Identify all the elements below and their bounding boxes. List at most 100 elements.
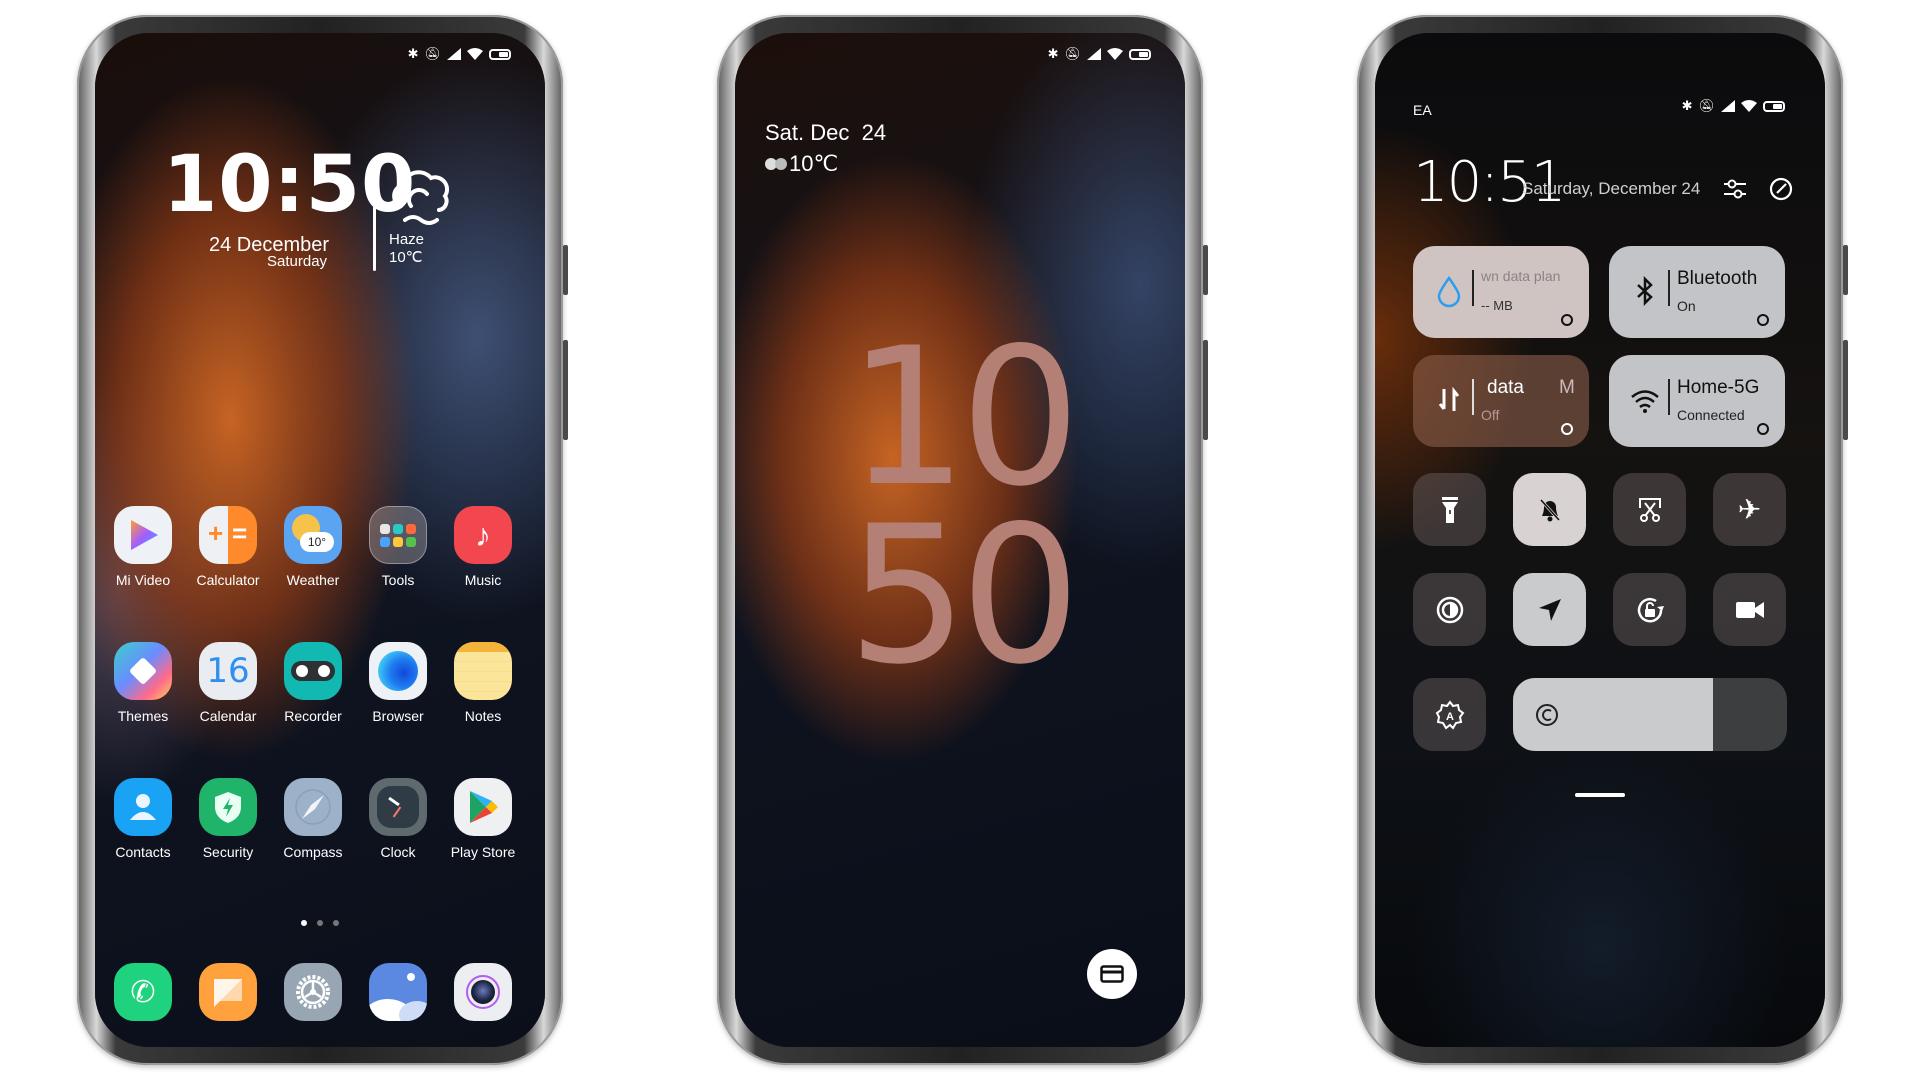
contrast-icon [1436,596,1463,623]
app-tools-folder[interactable]: Tools [356,506,440,588]
phone-control-center: EA ✱ 🔕︎ 10:51 Saturday, December 24 wn d… [1357,15,1848,1065]
tile-data-plan[interactable]: wn data plan -- MB [1413,246,1589,338]
tile-expand-indicator[interactable] [1757,423,1769,435]
app-play-store[interactable]: Play Store [441,778,525,860]
tile-title: data [1487,377,1524,398]
toggle-mute[interactable] [1513,473,1586,546]
page-dot-active[interactable] [301,920,307,926]
mute-icon: 🔕︎ [1698,98,1715,113]
app-themes[interactable]: Themes [101,642,185,724]
app-mi-video[interactable]: Mi Video [101,506,185,588]
dock-camera[interactable] [441,963,525,1021]
home-screen: ✱ 🔕︎ 10:50 24 December Saturday Haze 10℃… [95,33,545,1047]
brightness-icon [1536,704,1558,726]
app-calculator[interactable]: + = Calculator [186,506,270,588]
page-indicator[interactable] [95,920,545,926]
settings-sliders-icon[interactable] [1722,176,1748,202]
power-button [1203,245,1208,295]
clock-widget-time[interactable]: 10:50 [163,140,416,230]
tile-subtitle: Connected [1677,407,1745,423]
app-calendar[interactable]: 16 Calendar [186,642,270,724]
themes-icon [114,642,172,700]
toggle-rotation-lock[interactable] [1613,573,1686,646]
app-security[interactable]: Security [186,778,270,860]
lock-clock-hours: 10 [847,307,1081,528]
tile-mobile-data[interactable]: data M Off [1413,355,1589,447]
app-notes[interactable]: Notes [441,642,525,724]
airplane-icon: ✈ [1737,494,1762,525]
tile-expand-indicator[interactable] [1757,314,1769,326]
tools-folder-icon [369,506,427,564]
auto-brightness-button[interactable]: A [1413,678,1486,751]
app-compass[interactable]: Compass [271,778,355,860]
lock-date: Sat. Dec 24 [765,120,887,145]
tile-title-overflow: M [1559,377,1575,398]
toggle-screenshot[interactable] [1613,473,1686,546]
wifi-icon [1741,100,1757,112]
battery-icon [1763,100,1785,112]
weather-temperature: 10℃ [389,249,423,266]
app-label: Music [464,572,502,588]
app-label: Contacts [115,844,171,860]
app-weather[interactable]: 10° Weather [271,506,355,588]
toggle-dark-mode[interactable] [1413,573,1486,646]
wifi-icon [467,48,483,60]
card-shortcut-button[interactable] [1087,949,1137,999]
tile-expand-indicator[interactable] [1561,423,1573,435]
bluetooth-icon: ✱ [1047,46,1059,61]
status-bar: ✱ 🔕︎ [1048,47,1151,61]
app-recorder[interactable]: Recorder [271,642,355,724]
mobile-data-icon [1438,386,1460,411]
toggle-location[interactable] [1513,573,1586,646]
page-dot[interactable] [333,920,339,926]
tile-title: Bluetooth [1677,268,1758,289]
app-music[interactable]: ♪ Music [441,506,525,588]
mute-icon: 🔕︎ [1064,46,1081,61]
app-label: Calculator [196,572,260,588]
mi-video-icon [114,506,172,564]
rotation-lock-icon [1637,597,1664,622]
app-browser[interactable]: Browser [356,642,440,724]
app-contacts[interactable]: Contacts [101,778,185,860]
dock-messages[interactable] [186,963,270,1021]
page-dot[interactable] [317,920,323,926]
home-indicator[interactable] [1575,793,1625,797]
security-icon [199,778,257,836]
dock-phone[interactable]: ✆ [101,963,185,1021]
tile-expand-indicator[interactable] [1561,314,1573,326]
play-store-icon [454,778,512,836]
app-label: Security [202,844,254,860]
calculator-icon: + = [199,506,257,564]
haze-cloud-icon[interactable] [387,166,453,230]
tile-bluetooth[interactable]: Bluetooth On [1609,246,1785,338]
app-label: Notes [464,708,502,724]
dock-settings[interactable] [271,963,355,1021]
edit-icon[interactable] [1768,176,1794,202]
tile-wifi[interactable]: Home-5G Connected [1609,355,1785,447]
volume-button [563,340,568,440]
tile-subtitle: On [1677,298,1696,314]
brightness-slider[interactable] [1513,678,1787,751]
power-button [563,245,568,295]
app-clock[interactable]: Clock [356,778,440,860]
status-bar: ✱ 🔕︎ [1682,99,1785,113]
gallery-icon [369,963,427,1021]
tile-subtitle: -- MB [1481,298,1513,313]
toggle-flashlight[interactable] [1413,473,1486,546]
contacts-icon [114,778,172,836]
app-label: Browser [372,708,424,724]
location-arrow-icon [1538,598,1561,621]
control-center-date: Saturday, December 24 [1522,179,1701,198]
toggle-airplane-mode[interactable]: ✈ [1713,473,1786,546]
water-drop-icon [1437,275,1461,308]
wifi-icon [1107,48,1123,60]
app-label: Clock [380,844,416,860]
compass-icon [284,778,342,836]
clock-widget-divider [373,161,376,271]
svg-text:A: A [1446,711,1454,723]
control-center: EA ✱ 🔕︎ 10:51 Saturday, December 24 wn d… [1375,33,1825,1047]
dock-gallery[interactable] [356,963,440,1021]
notes-icon [454,642,512,700]
cellular-signal-icon [1087,48,1101,60]
toggle-screen-recorder[interactable] [1713,573,1786,646]
